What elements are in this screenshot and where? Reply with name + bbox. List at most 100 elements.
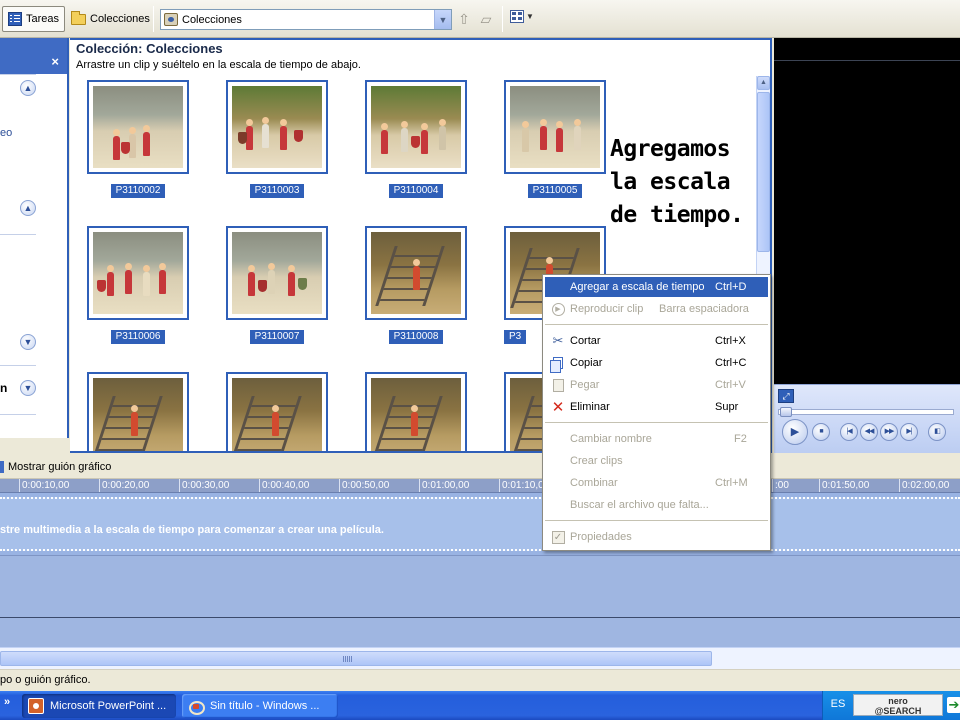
main-toolbar: Tareas Colecciones Colecciones ▼ ⇧ ▱ ▼ [0, 0, 960, 38]
clip-label[interactable]: P3110006 [87, 330, 189, 344]
menu-item-add-to-timeline[interactable]: Agregar a escala de tiempo Ctrl+D [545, 277, 768, 297]
views-button[interactable]: ▼ [510, 10, 534, 23]
menu-separator [545, 324, 768, 325]
ruler-tick: 0:00:40,00 [258, 479, 310, 492]
chevron-down-icon[interactable]: ▼ [20, 334, 36, 350]
task-link-fragment[interactable]: eo [0, 127, 12, 139]
chevron-up-icon[interactable]: ▲ [20, 200, 36, 216]
video-track-message: stre multimedia a la escala de tiempo pa… [0, 524, 384, 536]
rewind-icon[interactable]: ◀◀ [860, 423, 878, 441]
fast-forward-icon[interactable]: ▶▶ [880, 423, 898, 441]
seek-thumb[interactable] [780, 407, 792, 417]
collection-combo[interactable]: Colecciones ▼ [160, 9, 452, 30]
language-indicator[interactable]: ES [823, 698, 853, 710]
tasks-pane-header: × [0, 38, 67, 74]
audio-track[interactable] [0, 555, 960, 617]
collections-button[interactable]: Colecciones [66, 6, 155, 32]
split-clip-icon[interactable]: ◧ [928, 423, 946, 441]
menu-item-copy[interactable]: Copiar Ctrl+C [545, 353, 768, 373]
title-overlay-track[interactable] [0, 617, 960, 647]
close-icon[interactable]: × [51, 54, 59, 69]
taskbar-button-movie-maker[interactable]: Sin título - Windows ... [182, 694, 338, 718]
show-storyboard-label: Mostrar guión gráfico [8, 460, 112, 473]
fullscreen-icon[interactable]: ⤢ [778, 389, 794, 403]
delete-icon: ✕ [551, 399, 565, 416]
taskbar-button-powerpoint[interactable]: Microsoft PowerPoint ... [22, 694, 176, 718]
scissors-icon: ✂ [552, 333, 564, 348]
scroll-thumb[interactable] [757, 92, 770, 252]
up-level-icon[interactable]: ⇧ [456, 11, 472, 27]
previous-frame-icon[interactable]: |◀ [840, 423, 858, 441]
play-icon[interactable]: ▶ [782, 419, 808, 445]
timeline-ruler[interactable]: 0:00:10,00 0:00:20,00 0:00:30,00 0:00:40… [0, 479, 960, 493]
ruler-tick: 0:00:30,00 [178, 479, 230, 492]
windows-taskbar: » Microsoft PowerPoint ... Sin título - … [0, 691, 960, 720]
collection-icon [164, 13, 178, 26]
grip-icon [343, 656, 353, 662]
collection-combo-value: Colecciones [182, 13, 242, 26]
chevron-down-icon[interactable]: ▼ [434, 10, 451, 29]
copy-icon [550, 357, 563, 373]
tasks-pane: × ▲ eo ▲ ▼ n ▼ [0, 38, 69, 438]
clip-thumbnail[interactable] [226, 372, 328, 451]
timeline-horizontal-scrollbar[interactable] [0, 647, 960, 669]
nero-logo-text: nero [888, 696, 908, 706]
scroll-thumb[interactable] [0, 651, 712, 666]
clip-image [93, 378, 183, 451]
clip-label[interactable]: P3110008 [365, 330, 467, 344]
clip-image [232, 378, 322, 451]
nero-search-box[interactable]: nero @SEARCH [853, 694, 943, 716]
taskbar-button-label: Microsoft PowerPoint ... [50, 700, 167, 712]
menu-item-cut[interactable]: ✂ Cortar Ctrl+X [545, 331, 768, 351]
chevron-down-icon[interactable]: ▼ [20, 380, 36, 396]
show-storyboard-button[interactable]: Mostrar guión gráfico [0, 460, 112, 473]
timeline-toolbar: Mostrar guión gráfico [0, 455, 960, 479]
menu-item-rename[interactable]: Cambiar nombre F2 [545, 429, 768, 449]
menu-item-find-missing-file[interactable]: Buscar el archivo que falta... [545, 495, 768, 515]
menu-item-play-clip[interactable]: ▶ Reproducir clip Barra espaciadora [545, 299, 768, 319]
taskbar-button-label: Sin título - Windows ... [210, 700, 320, 712]
tasks-icon [8, 12, 22, 26]
menu-separator [545, 422, 768, 423]
clip-label[interactable]: P3110002 [87, 184, 189, 198]
stop-icon[interactable]: ■ [812, 423, 830, 441]
clip-label[interactable]: P3110007 [226, 330, 328, 344]
clip-label[interactable]: P3110005 [504, 184, 606, 198]
collection-title: Colección: Colecciones [76, 41, 223, 56]
clip-label[interactable]: P3110003 [226, 184, 328, 198]
clip-thumbnail[interactable] [365, 80, 467, 174]
menu-item-paste[interactable]: Pegar Ctrl+V [545, 375, 768, 395]
scroll-up-icon[interactable]: ▲ [757, 76, 770, 90]
video-track-drop-zone[interactable]: stre multimedia a la escala de tiempo pa… [0, 497, 960, 551]
clip-thumbnail[interactable] [87, 226, 189, 320]
clip-thumbnail[interactable] [365, 226, 467, 320]
menu-item-properties[interactable]: ✓ Propiedades [545, 527, 768, 547]
menu-item-create-clips[interactable]: Crear clips [545, 451, 768, 471]
clip-thumbnail[interactable] [504, 80, 606, 174]
chevron-up-icon[interactable]: ▲ [20, 80, 36, 96]
clip-label[interactable]: P3110004 [365, 184, 467, 198]
ruler-tick: 0:01:50,00 [818, 479, 870, 492]
video-track[interactable]: stre multimedia a la escala de tiempo pa… [0, 493, 960, 555]
new-folder-icon[interactable]: ▱ [478, 11, 494, 27]
go-arrow-icon[interactable]: ➔ [947, 697, 960, 713]
ruler-tick: 0:02:00,00 [898, 479, 950, 492]
storyboard-icon [0, 460, 4, 473]
clip-thumbnail[interactable] [226, 80, 328, 174]
chevron-right-icon[interactable]: » [4, 696, 10, 708]
properties-icon: ✓ [551, 530, 565, 544]
menu-item-combine[interactable]: Combinar Ctrl+M [545, 473, 768, 493]
clip-thumbnail[interactable] [365, 372, 467, 451]
preview-monitor: ⤢ ▶ ■ |◀ ◀◀ ▶▶ ▶| ◧ [774, 38, 960, 453]
clip-thumbnail[interactable] [87, 372, 189, 451]
movie-maker-icon [188, 698, 205, 715]
tasks-button[interactable]: Tareas [2, 6, 66, 32]
seek-bar[interactable] [778, 407, 954, 417]
playback-controls: ⤢ ▶ ■ |◀ ◀◀ ▶▶ ▶| ◧ [774, 384, 960, 453]
menu-item-delete[interactable]: ✕ Eliminar Supr [545, 397, 768, 417]
clip-image [371, 86, 461, 168]
clip-thumbnail[interactable] [226, 226, 328, 320]
next-frame-icon[interactable]: ▶| [900, 423, 918, 441]
clip-thumbnail[interactable] [87, 80, 189, 174]
thumbnails-view-icon [510, 10, 524, 23]
